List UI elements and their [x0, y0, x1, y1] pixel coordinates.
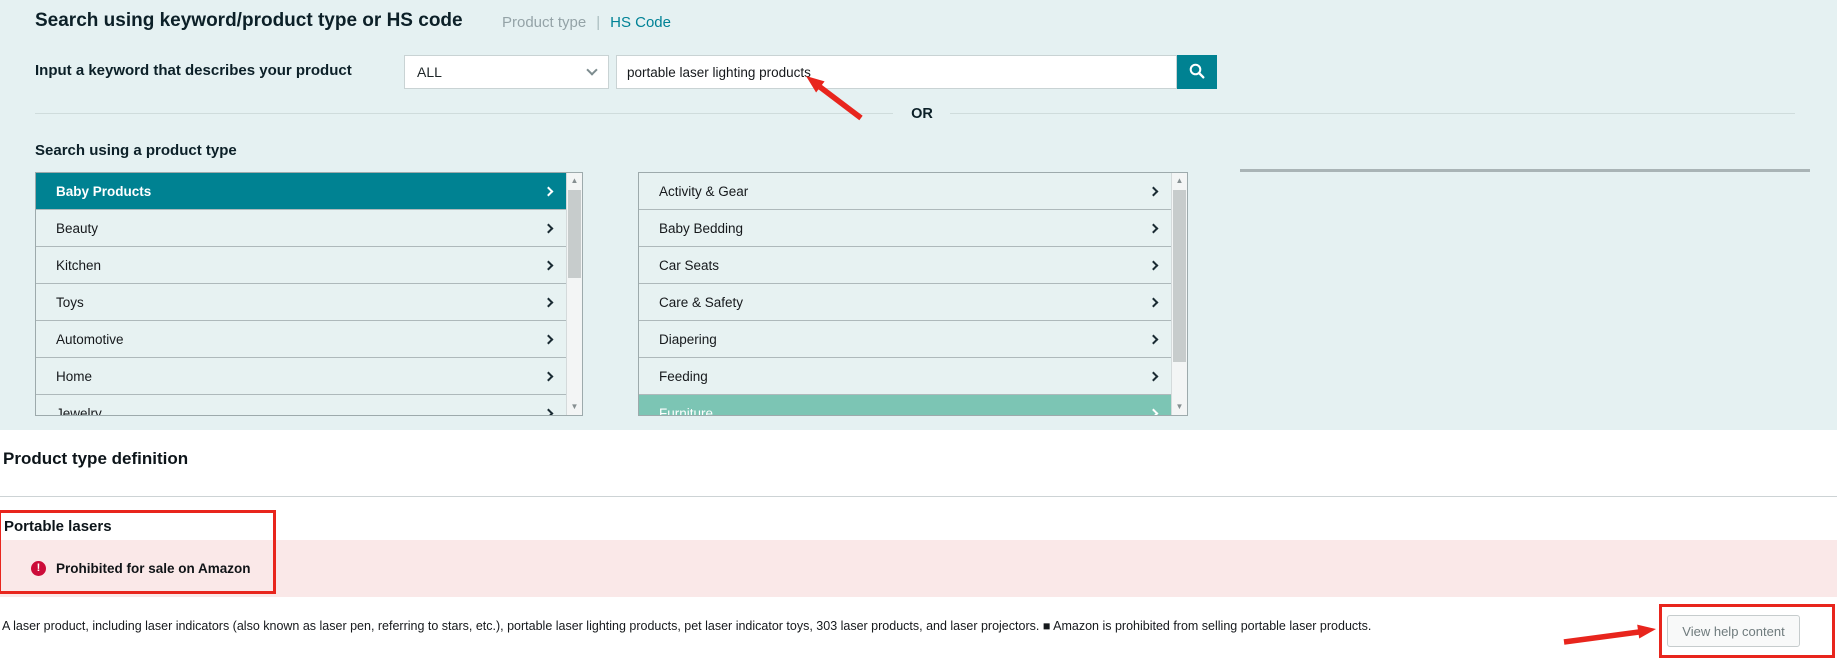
or-divider-line-right	[950, 113, 1795, 114]
list-item-label: Car Seats	[659, 258, 1150, 273]
list-item-label: Feeding	[659, 369, 1150, 384]
tab-hs-code[interactable]: HS Code	[610, 14, 671, 31]
list-item-home[interactable]: Home	[36, 358, 566, 395]
prohibited-label: Prohibited for sale on Amazon	[56, 561, 251, 576]
keyword-search-label: Input a keyword that describes your prod…	[35, 62, 352, 79]
list-item-kitchen[interactable]: Kitchen	[36, 247, 566, 284]
chevron-right-icon	[544, 223, 554, 233]
list-item-label: Home	[56, 369, 545, 384]
category-dropdown[interactable]: ALL	[404, 55, 609, 89]
search-mode-tabs: Product type | HS Code	[502, 14, 671, 31]
scroll-up-icon[interactable]: ▲	[1172, 173, 1187, 189]
scroll-down-icon[interactable]: ▼	[1172, 399, 1187, 415]
chevron-right-icon	[1149, 186, 1159, 196]
list-item-toys[interactable]: Toys	[36, 284, 566, 321]
list-item-label: Activity & Gear	[659, 184, 1150, 199]
scrollbar-level1[interactable]: ▲ ▼	[566, 173, 582, 415]
list-item-label: Diapering	[659, 332, 1150, 347]
list-item-label: Furniture	[659, 406, 1150, 417]
product-type-list-level2: Activity & Gear Baby Bedding Car Seats C…	[638, 172, 1188, 416]
list-item-label: Baby Bedding	[659, 221, 1150, 236]
product-type-description: A laser product, including laser indicat…	[2, 619, 1371, 633]
list-item-activity-gear[interactable]: Activity & Gear	[639, 173, 1171, 210]
list-item-label: Toys	[56, 295, 545, 310]
list-item-label: Jewelry	[56, 406, 545, 417]
search-section: Search using keyword/product type or HS …	[0, 0, 1837, 430]
chevron-right-icon	[544, 297, 554, 307]
chevron-right-icon	[1149, 297, 1159, 307]
chevron-right-icon	[1149, 408, 1159, 416]
keyword-search-input[interactable]	[616, 55, 1177, 89]
list-item-baby-bedding[interactable]: Baby Bedding	[639, 210, 1171, 247]
list-item-label: Care & Safety	[659, 295, 1150, 310]
list-item-diapering[interactable]: Diapering	[639, 321, 1171, 358]
list-item-care-safety[interactable]: Care & Safety	[639, 284, 1171, 321]
scrollbar-thumb[interactable]	[1173, 190, 1186, 362]
list-item-automotive[interactable]: Automotive	[36, 321, 566, 358]
definition-heading: Product type definition	[3, 449, 188, 469]
level3-panel-rule	[1240, 169, 1810, 172]
section-divider	[0, 496, 1837, 497]
list-item-beauty[interactable]: Beauty	[36, 210, 566, 247]
page: Search using keyword/product type or HS …	[0, 0, 1837, 664]
chevron-right-icon	[1149, 260, 1159, 270]
chevron-right-icon	[1149, 371, 1159, 381]
product-name: Portable lasers	[4, 518, 112, 535]
scroll-down-icon[interactable]: ▼	[567, 399, 582, 415]
chevron-right-icon	[1149, 334, 1159, 344]
list-item-car-seats[interactable]: Car Seats	[639, 247, 1171, 284]
list-item-label: Baby Products	[56, 184, 545, 199]
list-item-jewelry[interactable]: Jewelry	[36, 395, 566, 416]
product-type-heading: Search using a product type	[35, 142, 237, 159]
annotation-arrow-help-button	[1556, 616, 1661, 648]
view-help-content-button[interactable]: View help content	[1667, 615, 1800, 647]
chevron-right-icon	[544, 334, 554, 344]
list-item-label: Automotive	[56, 332, 545, 347]
or-divider-line-left	[35, 113, 893, 114]
chevron-right-icon	[544, 408, 554, 416]
list-item-label: Beauty	[56, 221, 545, 236]
list-item-furniture[interactable]: Furniture	[639, 395, 1171, 416]
category-dropdown-value: ALL	[417, 64, 588, 80]
product-type-list-level1: Baby Products Beauty Kitchen Toys Automo…	[35, 172, 583, 416]
chevron-right-icon	[1149, 223, 1159, 233]
list-item-baby-products[interactable]: Baby Products	[36, 173, 566, 210]
tab-separator: |	[596, 14, 600, 31]
page-title: Search using keyword/product type or HS …	[35, 10, 463, 32]
prohibited-banner: ! Prohibited for sale on Amazon	[0, 540, 1837, 597]
list-item-feeding[interactable]: Feeding	[639, 358, 1171, 395]
or-label: OR	[901, 106, 943, 122]
chevron-right-icon	[544, 371, 554, 381]
chevron-right-icon	[544, 260, 554, 270]
alert-icon: !	[31, 561, 46, 576]
tab-product-type[interactable]: Product type	[502, 14, 586, 31]
search-button[interactable]	[1177, 55, 1217, 89]
magnifier-icon	[1188, 62, 1206, 83]
scrollbar-level2[interactable]: ▲ ▼	[1171, 173, 1187, 415]
scrollbar-thumb[interactable]	[568, 190, 581, 278]
list-item-label: Kitchen	[56, 258, 545, 273]
scroll-up-icon[interactable]: ▲	[567, 173, 582, 189]
chevron-down-icon	[586, 64, 597, 75]
chevron-right-icon	[544, 186, 554, 196]
